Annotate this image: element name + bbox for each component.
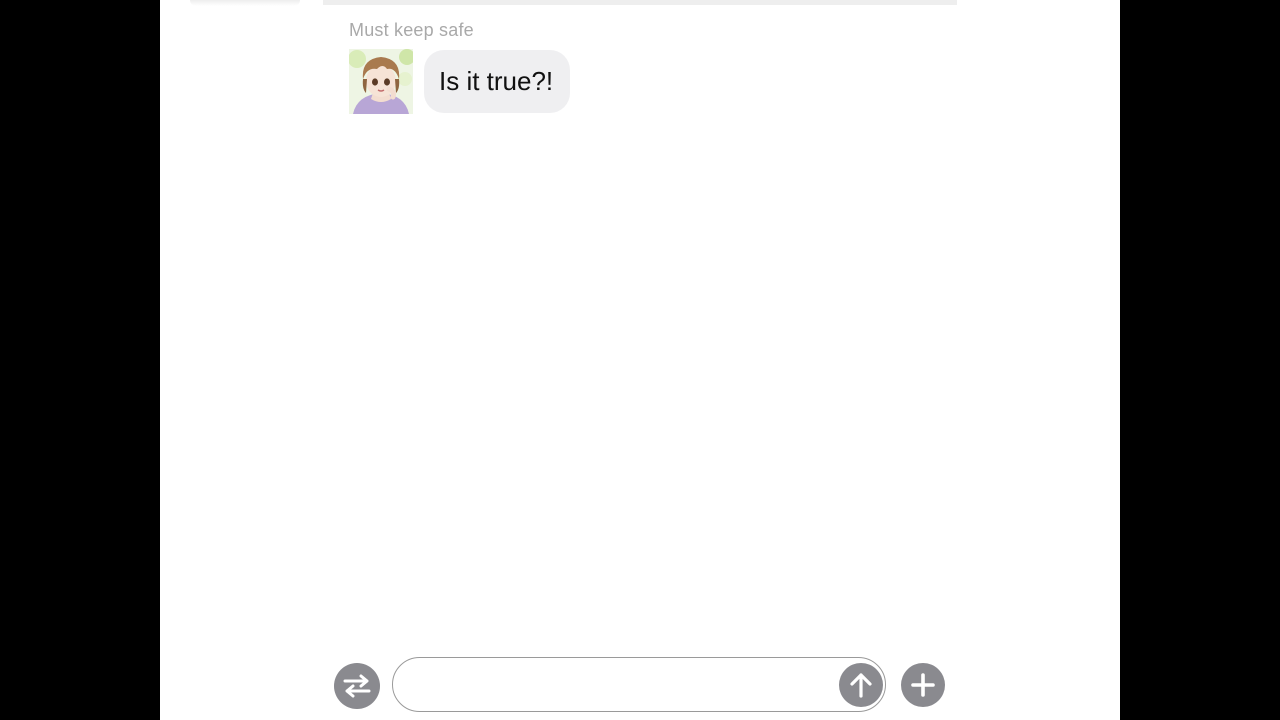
anime-avatar-icon [349, 49, 413, 114]
composer-bar [332, 656, 952, 716]
add-button[interactable] [901, 663, 945, 707]
message-input-container[interactable] [392, 657, 886, 712]
arrow-up-icon [850, 673, 872, 698]
chat-screen: Must keep safe Is it true?! [160, 0, 1120, 720]
top-shadow [190, 0, 300, 6]
sender-name: Must keep safe [349, 20, 474, 40]
message-input[interactable] [409, 666, 833, 704]
avatar[interactable] [349, 49, 413, 114]
message-text: Is it true?! [439, 66, 554, 96]
switch-button[interactable] [334, 663, 380, 709]
swap-arrows-icon [343, 674, 371, 698]
message-bubble[interactable]: Is it true?! [424, 50, 571, 113]
send-button[interactable] [839, 663, 883, 707]
top-divider [323, 0, 957, 5]
plus-icon [911, 673, 935, 697]
